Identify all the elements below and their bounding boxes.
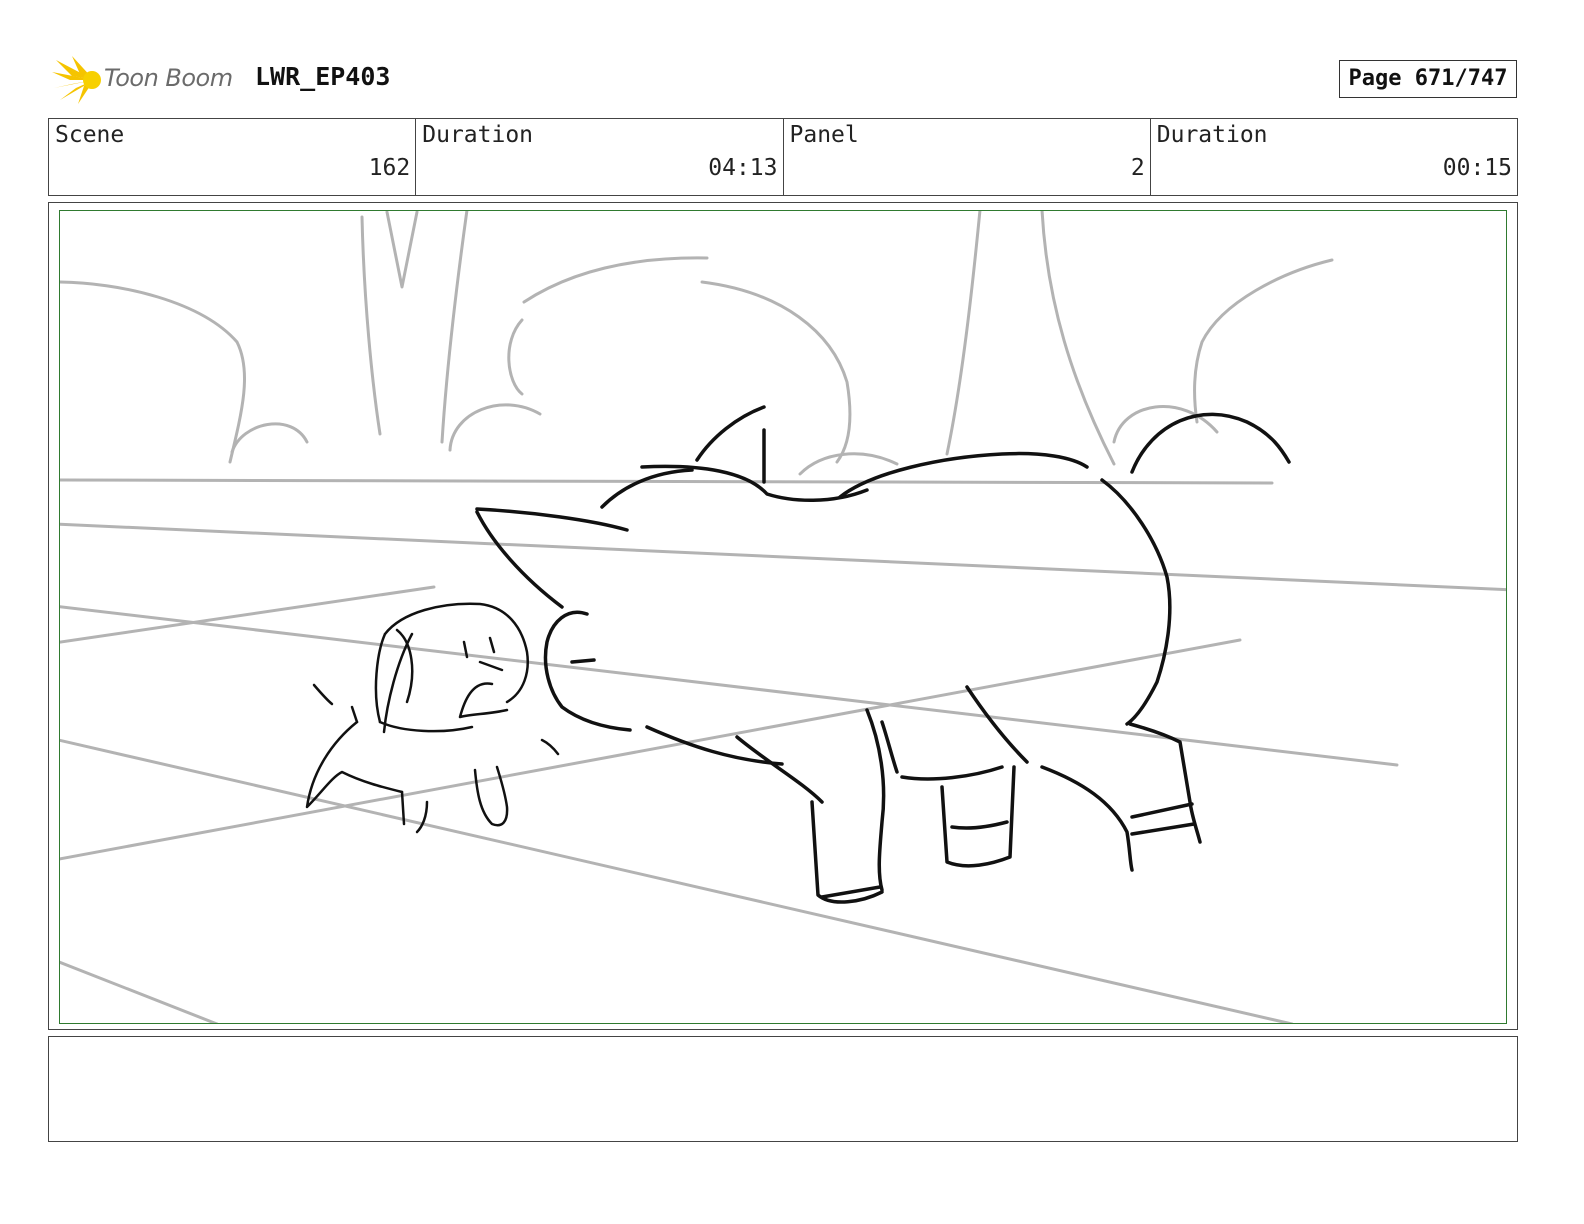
scene-duration-label: Duration [422,122,534,148]
panel-duration-label: Duration [1156,122,1268,148]
panel-cell: Panel 2 [784,119,1151,195]
scene-duration-value: 04:13 [708,155,778,181]
panel-info-row: Scene 162 Duration 04:13 Panel 2 Duratio… [48,118,1518,196]
scene-duration-cell: Duration 04:13 [416,119,784,195]
background-sketch [60,211,1506,1023]
panel-sketch [60,211,1506,1023]
logo-text: Toon Boom [104,64,233,92]
toon-boom-logo: Toon Boom [52,54,242,106]
panel-duration-cell: Duration 00:15 [1151,119,1517,195]
panel-duration-value: 00:15 [1442,155,1512,181]
scene-label: Scene [55,122,125,148]
storyboard-panel-frame [48,202,1518,1030]
scene-value: 162 [368,155,411,181]
storyboard-panel [59,210,1507,1024]
sun-burst-icon [52,56,101,104]
panel-label: Panel [789,122,859,148]
panel-value: 2 [1130,155,1145,181]
puppy-sketch [305,602,560,834]
page-number: Page 671/747 [1339,60,1517,98]
panel-notes-box [48,1036,1518,1142]
project-name: LWR_EP403 [255,62,391,91]
scene-cell: Scene 162 [49,119,417,195]
